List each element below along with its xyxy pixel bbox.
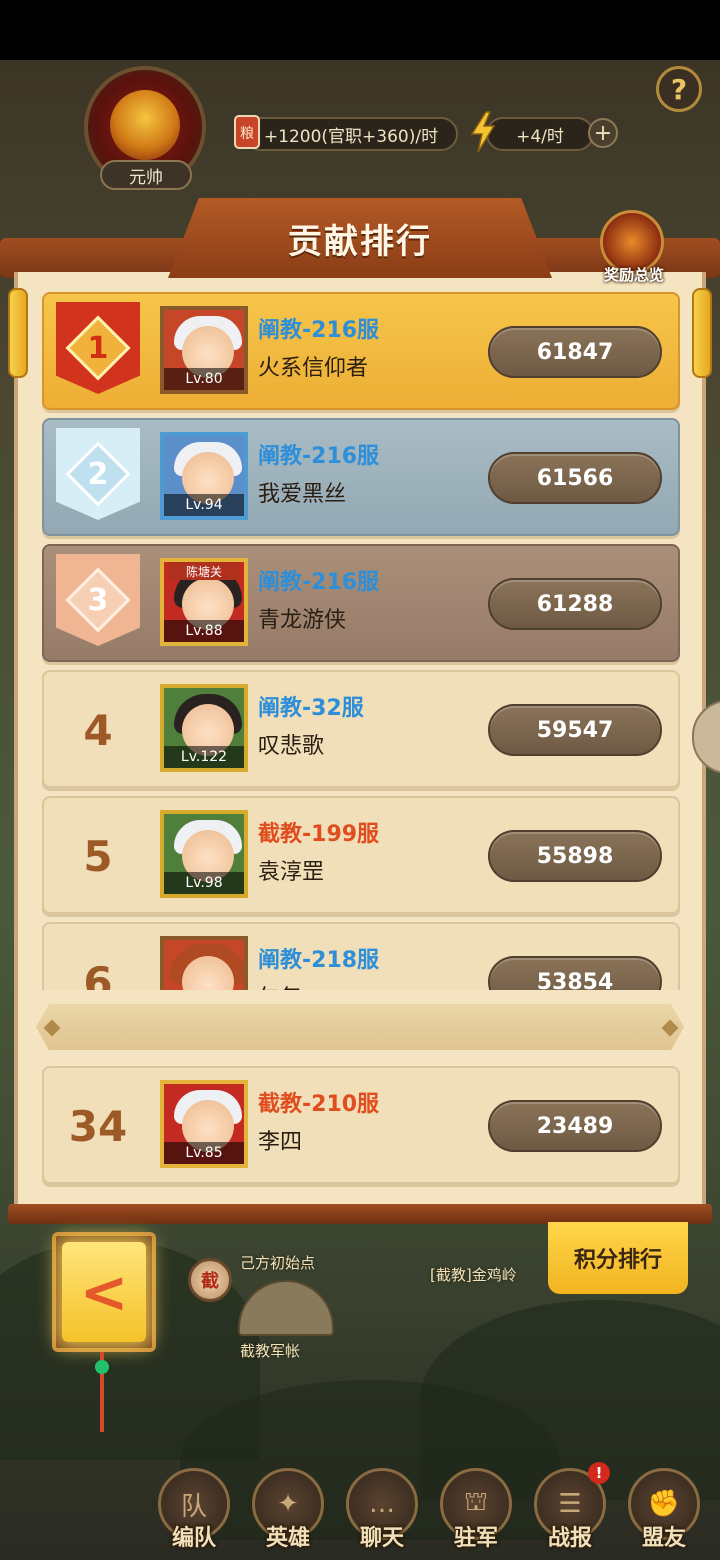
add-stamina-button[interactable]: +: [588, 118, 618, 148]
server-label: 阐教-218服: [258, 948, 380, 973]
start-point-flag-icon[interactable]: 截: [188, 1258, 232, 1302]
score-value: 23489: [488, 1100, 662, 1152]
rank-number: 4: [83, 705, 113, 755]
points-ranking-button[interactable]: 积分排行: [548, 1222, 688, 1294]
silver-medal-icon: 2: [56, 428, 140, 520]
stamina-resource-bar: +4/时: [486, 117, 594, 151]
player-portrait[interactable]: Lv.122: [160, 684, 248, 772]
player-portrait[interactable]: Lv.94: [160, 432, 248, 520]
score-value: 61288: [488, 578, 662, 630]
rank-number: 2: [87, 456, 109, 492]
player-name: 青龙游侠: [258, 608, 347, 633]
player-name: 李四: [258, 1130, 303, 1155]
level-label: Lv.80: [164, 368, 244, 390]
back-button[interactable]: <: [62, 1242, 146, 1342]
food-resource-bar: +1200(官职+360)/时: [244, 117, 458, 151]
player-name: 我爱黑丝: [258, 482, 347, 507]
level-label: Lv.88: [164, 620, 244, 642]
my-ranking-row[interactable]: 34 Lv.85 截教-210服 李四 23489: [42, 1066, 680, 1184]
my-portrait[interactable]: Lv.85: [160, 1080, 248, 1168]
level-label: Lv.94: [164, 494, 244, 516]
back-arrow-icon: <: [79, 1258, 129, 1326]
rank-number: 3: [87, 582, 109, 618]
player-portrait[interactable]: [160, 936, 248, 990]
enemy-location-label[interactable]: [截教]金鸡岭: [430, 1264, 517, 1285]
ranking-row-4[interactable]: 4 Lv.122 阐教-32服 叹悲歌 59547: [42, 670, 680, 788]
server-label: 阐教-216服: [258, 444, 380, 469]
nav-label: 编队: [171, 1526, 216, 1551]
notification-badge: !: [588, 1462, 610, 1484]
ranking-row-5[interactable]: 5 Lv.98 截教-199服 袁淳罡 55898: [42, 796, 680, 914]
nav-label: 驻军: [453, 1526, 498, 1551]
nav-garrison[interactable]: ⛫ 驻军: [438, 1464, 514, 1552]
panel-title: 贡献排行: [288, 221, 432, 262]
nav-label: 战报: [547, 1526, 592, 1551]
ranking-row-3[interactable]: 3 陈塘关 Lv.88 阐教-216服 青龙游侠 61288: [42, 544, 680, 662]
scroll-rod-bottom: [8, 1204, 712, 1224]
player-portrait[interactable]: Lv.80: [160, 306, 248, 394]
score-value: 55898: [488, 830, 662, 882]
level-label: Lv.98: [164, 872, 244, 894]
reward-overview-button[interactable]: 奖励总览: [594, 206, 674, 286]
server-label: 阐教-216服: [258, 318, 380, 343]
reward-overview-label: 奖励总览: [603, 266, 664, 284]
camp-label: 截教军帐: [240, 1342, 301, 1360]
rank-title-plate: 元帅: [100, 160, 192, 190]
avatar-portrait: [110, 90, 180, 160]
nav-hero[interactable]: ✦ 英雄: [250, 1464, 326, 1552]
ranking-list[interactable]: 1 Lv.80 阐教-216服 火系信仰者 61847 2 Lv.94 阐教-2…: [14, 288, 706, 990]
server-label: 阐教-32服: [258, 696, 364, 721]
server-label: 阐教-216服: [258, 570, 380, 595]
player-portrait[interactable]: Lv.98: [160, 810, 248, 898]
ranking-row-2[interactable]: 2 Lv.94 阐教-216服 我爱黑丝 61566: [42, 418, 680, 536]
ranking-row-6[interactable]: 6 阐教-218服 匆忽 53854: [42, 922, 680, 990]
nav-label: 盟友: [641, 1526, 686, 1551]
score-value: 59547: [488, 704, 662, 756]
my-rank-number: 34: [68, 1101, 128, 1151]
nav-label: 聊天: [359, 1526, 404, 1551]
start-point-label: 己方初始点: [240, 1254, 316, 1272]
nav-battle-report[interactable]: ☰ ! 战报: [532, 1462, 610, 1552]
score-value: 61566: [488, 452, 662, 504]
lightning-icon: [470, 111, 496, 153]
player-name: 匆忽: [258, 980, 302, 990]
server-label: 截教-210服: [258, 1092, 380, 1117]
panel-title-plaque: 贡献排行: [168, 198, 552, 278]
score-value: 61847: [488, 326, 662, 378]
gold-medal-icon: 1: [56, 302, 140, 394]
location-tag: 陈塘关: [168, 562, 240, 580]
scroll-token-icon: 粮: [234, 115, 260, 149]
level-label: Lv.85: [164, 1142, 244, 1164]
player-name: 火系信仰者: [258, 356, 369, 381]
score-value: 53854: [488, 956, 662, 990]
rank-number: 5: [83, 831, 113, 881]
tassel-bead: [95, 1360, 109, 1374]
status-bar: [0, 0, 720, 60]
player-portrait[interactable]: 陈塘关 Lv.88: [160, 558, 248, 646]
help-button[interactable]: ?: [656, 66, 702, 112]
player-name: 叹悲歌: [258, 734, 325, 759]
list-divider: [36, 1004, 684, 1050]
ranking-row-1[interactable]: 1 Lv.80 阐教-216服 火系信仰者 61847: [42, 292, 680, 410]
nav-chat[interactable]: … 聊天: [344, 1464, 420, 1552]
rank-number: 1: [87, 330, 109, 366]
nav-formation[interactable]: 队 编队: [156, 1464, 232, 1552]
player-name: 袁淳罡: [258, 860, 325, 885]
level-label: Lv.122: [164, 746, 244, 768]
bronze-medal-icon: 3: [56, 554, 140, 646]
nav-ally[interactable]: ✊ 盟友: [626, 1464, 702, 1552]
nav-label: 英雄: [265, 1526, 310, 1551]
rank-number: 6: [83, 957, 113, 991]
svg-text:粮: 粮: [240, 126, 254, 142]
server-label: 截教-199服: [258, 822, 380, 847]
